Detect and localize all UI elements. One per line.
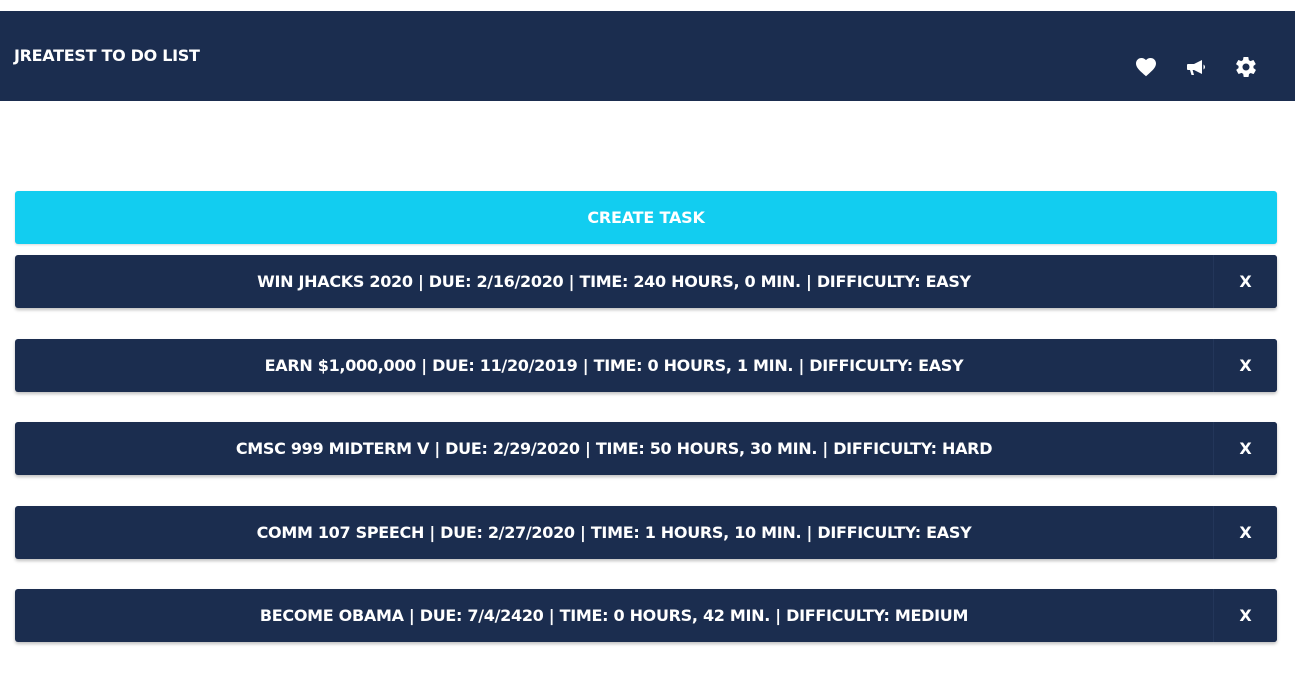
top-navbar: JREATEST TO DO LIST bbox=[0, 11, 1295, 101]
create-task-button[interactable]: CREATE TASK bbox=[15, 191, 1277, 244]
task-text: BECOME OBAMA | DUE: 7/4/2420 | TIME: 0 H… bbox=[259, 606, 969, 625]
megaphone-icon[interactable] bbox=[1184, 55, 1208, 79]
task-text: EARN $1,000,000 | DUE: 11/20/2019 | TIME… bbox=[264, 355, 964, 375]
task-text: WIN JHACKS 2020 | DUE: 2/16/2020 | TIME:… bbox=[257, 272, 971, 291]
delete-task-button[interactable]: X bbox=[1213, 505, 1277, 559]
app-page: JREATEST TO DO LIST CREATE TASK WIN JHAC… bbox=[0, 0, 1295, 673]
delete-task-button[interactable]: X bbox=[1213, 338, 1277, 392]
heart-icon[interactable] bbox=[1134, 55, 1158, 79]
task-row[interactable]: CMSC 999 MIDTERM V | DUE: 2/29/2020 | TI… bbox=[15, 422, 1277, 475]
delete-task-button[interactable]: X bbox=[1213, 589, 1277, 642]
task-text: COMM 107 SPEECH | DUE: 2/27/2020 | TIME:… bbox=[256, 522, 972, 542]
task-row[interactable]: EARN $1,000,000 | DUE: 11/20/2019 | TIME… bbox=[15, 338, 1277, 392]
task-text: CMSC 999 MIDTERM V | DUE: 2/29/2020 | TI… bbox=[235, 439, 993, 458]
task-row[interactable]: COMM 107 SPEECH | DUE: 2/27/2020 | TIME:… bbox=[15, 505, 1277, 559]
delete-task-button[interactable]: X bbox=[1213, 255, 1277, 308]
task-list: WIN JHACKS 2020 | DUE: 2/16/2020 | TIME:… bbox=[15, 255, 1277, 673]
gear-icon[interactable] bbox=[1234, 55, 1258, 79]
task-row[interactable]: WIN JHACKS 2020 | DUE: 2/16/2020 | TIME:… bbox=[15, 255, 1277, 308]
task-row[interactable]: BECOME OBAMA | DUE: 7/4/2420 | TIME: 0 H… bbox=[15, 589, 1277, 642]
delete-task-button[interactable]: X bbox=[1213, 422, 1277, 475]
app-title: JREATEST TO DO LIST bbox=[14, 46, 200, 65]
